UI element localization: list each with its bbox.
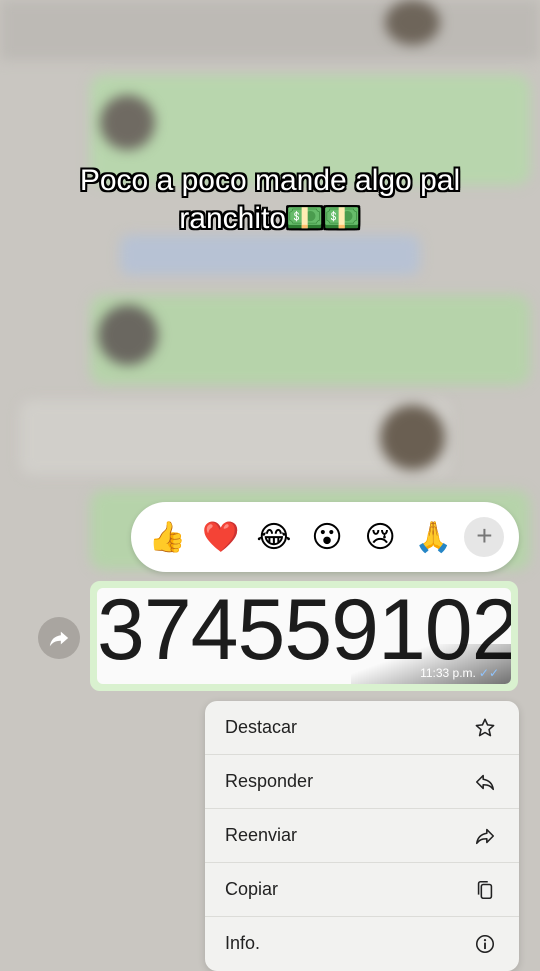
blurred-avatar: [385, 0, 440, 45]
reaction-surprised[interactable]: 😮: [305, 520, 349, 555]
menu-item-label: Reenviar: [225, 825, 298, 845]
star-icon: [473, 716, 497, 740]
video-caption: Poco a poco mande algo pal ranchito💵💵: [20, 162, 520, 238]
context-menu: Destacar Responder Reenviar Copiar Info.: [205, 701, 519, 971]
menu-item-label: Destacar: [225, 717, 298, 737]
reaction-thumbs-up[interactable]: 👍: [146, 520, 190, 555]
menu-item-responder[interactable]: Responder: [205, 755, 519, 809]
selected-image-message[interactable]: 374559102 11:33 p.m. ✓✓: [90, 581, 518, 691]
menu-item-destacar[interactable]: Destacar: [205, 701, 519, 755]
forward-icon: [49, 631, 69, 647]
reaction-pray[interactable]: 🙏: [411, 520, 455, 555]
menu-item-copiar[interactable]: Copiar: [205, 863, 519, 917]
blurred-avatar: [100, 95, 155, 150]
copy-icon: [473, 878, 497, 902]
more-reactions-button[interactable]: +: [464, 517, 505, 557]
menu-item-label: Info.: [225, 933, 261, 953]
menu-item-reenviar[interactable]: Reenviar: [205, 809, 519, 863]
menu-item-label: Responder: [225, 771, 314, 791]
forward-shortcut-button[interactable]: [38, 617, 80, 659]
info-icon: [473, 932, 497, 956]
menu-item-label: Copiar: [225, 879, 279, 899]
reaction-sad[interactable]: 😢: [358, 520, 402, 555]
menu-item-info[interactable]: Info.: [205, 917, 519, 970]
blurred-avatar: [380, 405, 445, 470]
caption-line-2: ranchito💵💵: [179, 202, 361, 235]
reaction-heart[interactable]: ❤️: [199, 520, 243, 555]
time-text: 11:33 p.m.: [420, 666, 476, 680]
reaction-bar: 👍 ❤️ 😂 😮 😢 🙏 +: [131, 502, 519, 572]
caption-line-1: Poco a poco mande algo pal: [79, 164, 461, 197]
reply-icon: [473, 770, 497, 794]
blurred-avatar: [98, 305, 158, 365]
reaction-laugh[interactable]: 😂: [252, 520, 296, 555]
read-ticks-icon: ✓✓: [478, 666, 499, 680]
message-image: 374559102 11:33 p.m. ✓✓: [97, 588, 511, 684]
forward-icon: [473, 824, 497, 848]
blurred-link: [120, 235, 420, 275]
blurred-header: [0, 0, 540, 60]
message-timestamp: 11:33 p.m. ✓✓: [420, 666, 499, 680]
